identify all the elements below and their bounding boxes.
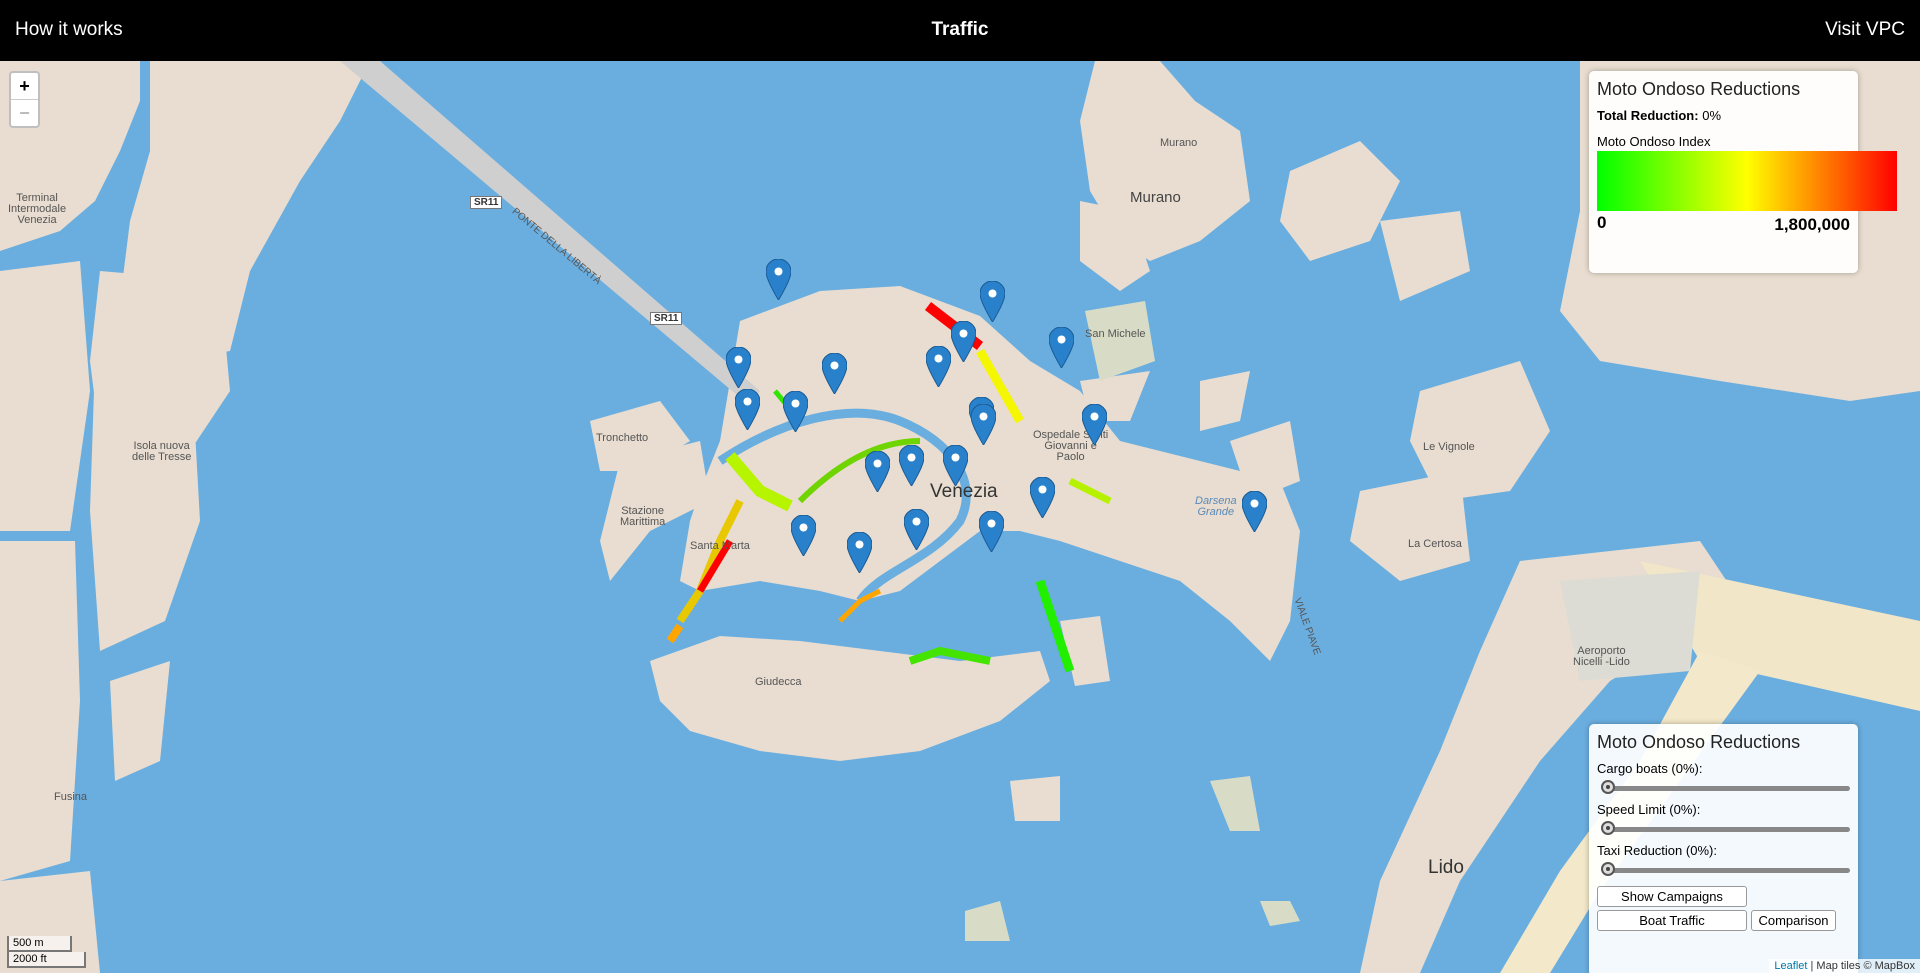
label-la-certosa: La Certosa [1408,538,1462,550]
label-murano: Murano [1130,189,1181,206]
legend-title: Moto Ondoso Reductions [1597,79,1801,99]
map-pin-icon[interactable] [790,514,817,557]
label-terminal: Terminal Intermodale Venezia [8,192,67,226]
map-pin-icon[interactable] [765,258,792,301]
road-shield-sr11: SR11 [470,196,503,209]
label-aeroporto: Aeroporto Nicelli -Lido [1573,645,1630,668]
index-label: Moto Ondoso Index [1597,134,1711,149]
map-pin-icon[interactable] [950,320,977,363]
label-tronchetto: Tronchetto [596,432,649,444]
map-pin-icon[interactable] [942,444,969,487]
how-it-works-link[interactable]: How it works [15,19,123,41]
page-title: Traffic [931,19,989,40]
slider-cargo-label: Cargo boats (0%): [1597,761,1703,776]
map-pin-icon[interactable] [725,346,752,389]
slider-speed-group: Speed Limit (0%): [1597,802,1850,839]
map-pin-icon[interactable] [978,510,1005,553]
attribution: Leaflet | Map tiles © MapBox [1769,959,1920,973]
zoom-in-button[interactable]: + [11,73,38,99]
index-gradient-bar [1597,151,1897,211]
slider-speed[interactable] [1597,817,1850,839]
label-lido: Lido [1428,857,1464,878]
map-pin-icon[interactable] [903,508,930,551]
slider-cargo-group: Cargo boats (0%): [1597,761,1850,798]
road-shield-sr11: SR11 [650,312,683,325]
map-pin-icon[interactable] [821,352,848,395]
map-pin-icon[interactable] [734,388,761,431]
map-pin-icon[interactable] [782,390,809,433]
legend-panel: Moto Ondoso Reductions Total Reduction: … [1589,71,1897,273]
scale-imperial: 2000 ft [7,952,86,968]
map-pin-icon[interactable] [925,345,952,388]
map-pin-icon[interactable] [846,531,873,574]
map-pin-icon[interactable] [1029,476,1056,519]
label-san-michele: San Michele [1085,328,1146,340]
label-venezia: Venezia [930,481,998,502]
label-murano-small: Murano [1160,137,1198,149]
comparison-button[interactable]: Comparison [1751,910,1836,931]
slider-taxi[interactable] [1597,858,1850,880]
slider-taxi-group: Taxi Reduction (0%): [1597,843,1850,880]
scale-metric: 500 m [7,936,72,952]
slider-speed-label: Speed Limit (0%): [1597,802,1701,817]
slider-taxi-handle[interactable] [1601,862,1615,876]
zoom-control: + − [9,71,40,128]
gradient-min: 0 [1597,213,1607,232]
label-santa-marta: Santa Marta [690,540,750,552]
slider-cargo-handle[interactable] [1601,780,1615,794]
show-campaigns-button[interactable]: Show Campaigns [1597,886,1747,907]
label-isola: Isola nuova delle Tresse [132,440,192,463]
slider-speed-handle[interactable] [1601,821,1615,835]
map-pin-icon[interactable] [979,280,1006,323]
gradient-range: 0 1,800,000 [1597,211,1850,234]
total-reduction-label: Total Reduction: [1597,108,1699,123]
zoom-out-button[interactable]: − [11,99,38,126]
map-pin-icon[interactable] [1048,326,1075,369]
controls-buttons: Show Campaigns Boat Traffic Comparison [1597,886,1850,931]
leaflet-link[interactable]: Leaflet [1774,960,1807,972]
slider-taxi-label: Taxi Reduction (0%): [1597,843,1717,858]
controls-panel: Moto Ondoso Reductions Cargo boats (0%):… [1589,724,1858,973]
map-view[interactable]: SR11 SR11 PONTE DELLA LIBERTÀ Murano Mur… [0,61,1920,973]
label-darsena: Darsena Grande [1195,495,1237,518]
label-giudecca: Giudecca [755,676,802,688]
map-pin-icon[interactable] [898,444,925,487]
label-le-vignole: Le Vignole [1423,441,1475,453]
label-stazione: Stazione Marittima [620,505,666,528]
attribution-text: | Map tiles © MapBox [1807,960,1915,972]
top-navbar: How it works Traffic Visit VPC [0,0,1920,61]
slider-cargo[interactable] [1597,776,1850,798]
controls-title: Moto Ondoso Reductions [1597,732,1801,752]
map-pin-icon[interactable] [970,403,997,446]
visit-vpc-link[interactable]: Visit VPC [1825,19,1905,41]
total-reduction-row: Total Reduction: 0% [1597,108,1850,123]
total-reduction-value: 0% [1702,108,1722,123]
label-fusina: Fusina [54,791,88,803]
map-pin-icon[interactable] [1081,403,1108,446]
map-pin-icon[interactable] [1241,490,1268,533]
boat-traffic-button[interactable]: Boat Traffic [1597,910,1747,931]
map-pin-icon[interactable] [864,450,891,493]
gradient-max: 1,800,000 [1774,215,1850,234]
